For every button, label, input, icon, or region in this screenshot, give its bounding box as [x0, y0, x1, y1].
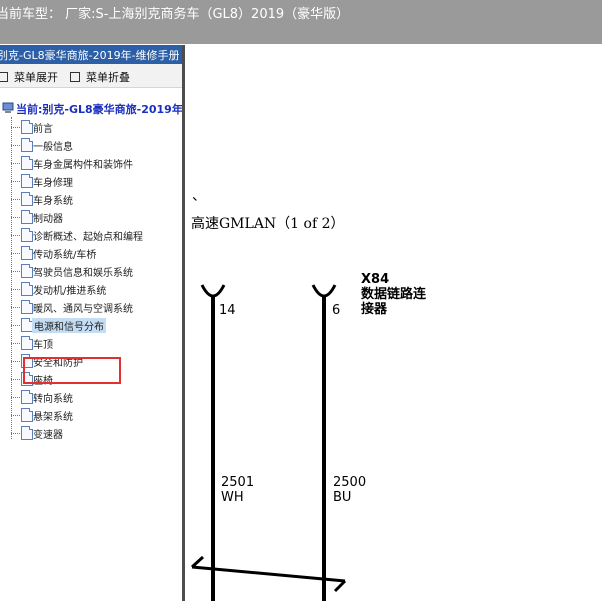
collapse-menu-button[interactable]: 菜单折叠: [70, 69, 130, 85]
pin-number-2: 6: [332, 303, 341, 318]
tree-root-label: 当前:别克-GL8豪华商旅-2019年-维修手册: [16, 103, 182, 116]
document-icon: [21, 228, 33, 242]
connector-id: X84: [361, 272, 390, 287]
document-icon: [21, 390, 33, 404]
circuit-number-1: 2501: [221, 475, 255, 490]
current-vehicle-title: 当前车型： 厂家:S-上海别克商务车（GL8）2019（豪华版）: [0, 7, 350, 22]
tree-connector: [11, 271, 20, 272]
tree-connector: [11, 253, 20, 254]
document-icon: [21, 138, 33, 152]
tree-connector: [11, 145, 20, 146]
document-icon: [21, 210, 33, 224]
tree-item-label: 发动机/推进系统: [33, 286, 107, 297]
connector-terminal-2: [311, 284, 337, 298]
tree-item-label: 制动器: [33, 214, 63, 225]
wire-label-1: 2501 WH: [221, 475, 254, 505]
tree-item-label: 车身修理: [33, 178, 73, 189]
tree-item-label: 转向系统: [33, 394, 73, 405]
expand-icon: [0, 72, 8, 82]
tree-item-label: 前言: [33, 124, 53, 135]
wiring-diagram: [190, 284, 347, 601]
panel-header-title: 别克-GL8豪华商旅-2019年-维修手册: [0, 49, 180, 62]
connector-terminal-1: [200, 284, 226, 298]
tree-connector: [11, 235, 20, 236]
tree-connector: [11, 181, 20, 182]
tree-connector: [11, 325, 20, 326]
wire-label-2: 2500 BU: [333, 475, 366, 505]
document-icon: [21, 408, 33, 422]
tree-connector: [11, 397, 20, 398]
document-icon: [21, 156, 33, 170]
document-icon: [21, 192, 33, 206]
tree-connector: [11, 343, 20, 344]
document-icon: [21, 264, 33, 278]
tree-item-label: 暖风、通风与空调系统: [33, 304, 133, 315]
wire-color-2: BU: [333, 490, 352, 505]
tree-item-label: 车身金属构件和装饰件: [33, 160, 133, 171]
document-icon: [21, 336, 33, 350]
document-icon: [21, 300, 33, 314]
tree-connector: [11, 127, 20, 128]
collapse-menu-label: 菜单折叠: [86, 71, 130, 84]
tree-connector: [11, 433, 20, 434]
connector-name-line2: 接器: [361, 302, 388, 317]
tree-item-label: 悬架系统: [33, 412, 73, 423]
splice-end-right: [333, 579, 347, 593]
tree-connector: [11, 199, 20, 200]
diagram-panel: 、 高速GMLAN（1 of 2） X84 数据链路连 接器 14 6 2501…: [185, 45, 602, 601]
panel-header: 别克-GL8豪华商旅-2019年-维修手册: [0, 45, 182, 64]
pin-number-1: 14: [219, 303, 236, 318]
tree-line: [11, 117, 12, 439]
wire-color-1: WH: [221, 490, 244, 505]
highlight-box: [23, 357, 121, 384]
expand-menu-button[interactable]: 菜单展开: [0, 69, 58, 85]
connector-name-line1: 数据链路连: [361, 287, 427, 302]
tree-item-label: 电源和信号分布: [32, 318, 106, 333]
tree-connector: [11, 163, 20, 164]
tree-item-label: 诊断概述、起始点和编程: [33, 232, 143, 243]
tree-connector: [11, 289, 20, 290]
tree-connector: [11, 415, 20, 416]
vehicle-info-bar: 当前车型： 厂家:S-上海别克商务车（GL8）2019（豪华版）: [0, 0, 602, 44]
navigation-panel: 别克-GL8豪华商旅-2019年-维修手册 菜单展开 菜单折叠 当前:别克-GL…: [0, 45, 182, 601]
tree-item-label: 车身系统: [33, 196, 73, 207]
tree-item-label: 变速器: [33, 430, 63, 441]
splice-end-left: [190, 555, 205, 569]
tree-item-label: 驾驶员信息和娱乐系统: [33, 268, 133, 279]
collapse-icon: [70, 72, 80, 82]
tree-item-label: 车顶: [33, 340, 53, 351]
computer-icon: [2, 102, 14, 113]
tree-connector: [11, 361, 20, 362]
tree-item-label: 一般信息: [33, 142, 73, 153]
tree-connector: [11, 217, 20, 218]
tree-connector: [11, 307, 20, 308]
document-icon: [21, 282, 33, 296]
expand-menu-label: 菜单展开: [14, 71, 58, 84]
menu-toolbar: 菜单展开 菜单折叠: [0, 64, 182, 88]
connector-label: X84 数据链路连 接器: [361, 272, 426, 317]
document-icon: [21, 174, 33, 188]
circuit-number-2: 2500: [333, 475, 367, 490]
tree-item-label: 传动系统/车桥: [33, 250, 97, 261]
tree-connector: [11, 379, 20, 380]
document-icon: [21, 246, 33, 260]
document-icon: [21, 120, 33, 134]
document-icon: [21, 426, 33, 440]
